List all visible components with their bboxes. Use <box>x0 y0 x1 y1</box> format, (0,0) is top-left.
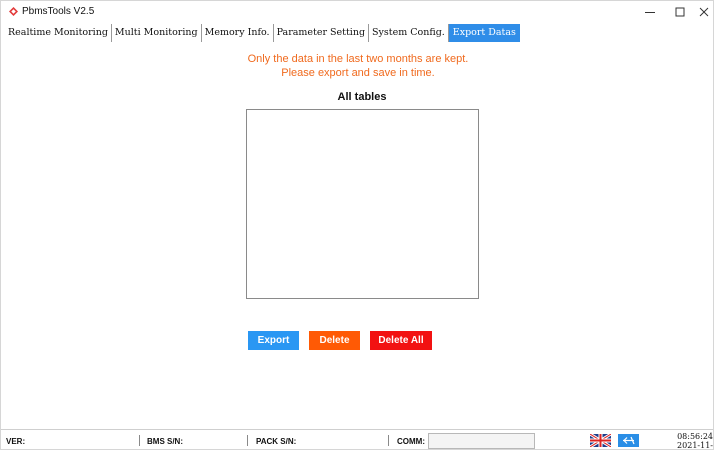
status-bar: VER: BMS S/N: PACK S/N: COMM: 08:56:24 2… <box>1 429 713 450</box>
minimize-icon <box>645 12 655 13</box>
clock: 08:56:24 2021-11-25 <box>667 432 713 450</box>
close-icon <box>699 7 709 17</box>
status-divider <box>388 435 389 446</box>
tab-memory-info[interactable]: Memory Info. <box>201 24 274 42</box>
export-button[interactable]: Export <box>248 331 299 350</box>
english-language-icon[interactable] <box>590 434 611 447</box>
maximize-icon <box>675 7 685 17</box>
tab-realtime-monitoring[interactable]: Realtime Monitoring <box>5 24 112 42</box>
app-window: PbmsTools V2.5 Realtime Monitoring Multi… <box>0 0 714 450</box>
minimize-button[interactable] <box>635 1 665 23</box>
comm-port-field[interactable] <box>428 433 535 449</box>
bms-sn-label: BMS S/N: <box>147 437 183 446</box>
status-divider <box>247 435 248 446</box>
tables-listbox[interactable] <box>246 109 479 299</box>
tab-system-config[interactable]: System Config. <box>369 24 449 42</box>
status-divider <box>139 435 140 446</box>
window-title: PbmsTools V2.5 <box>22 6 95 17</box>
delete-all-button[interactable]: Delete All <box>370 331 432 350</box>
title-bar: PbmsTools V2.5 <box>1 1 713 23</box>
tab-multi-monitoring[interactable]: Multi Monitoring <box>111 24 202 42</box>
tab-export-datas[interactable]: Export Datas <box>448 24 520 42</box>
ver-label: VER: <box>6 437 26 446</box>
pack-sn-label: PACK S/N: <box>256 437 297 446</box>
connection-icon[interactable] <box>618 434 639 447</box>
delete-button[interactable]: Delete <box>309 331 360 350</box>
maximize-button[interactable] <box>665 1 695 23</box>
close-button[interactable] <box>693 1 713 23</box>
clock-date: 2021-11-25 <box>677 440 713 450</box>
app-logo-icon <box>9 7 18 16</box>
retention-notice: Only the data in the last two months are… <box>247 53 469 65</box>
export-reminder: Please export and save in time. <box>281 67 435 79</box>
tab-parameter-setting[interactable]: Parameter Setting <box>273 24 370 42</box>
tables-list-title: All tables <box>337 91 387 103</box>
comm-label: COMM: <box>397 437 425 446</box>
tab-bar: Realtime Monitoring Multi Monitoring Mem… <box>5 24 520 42</box>
